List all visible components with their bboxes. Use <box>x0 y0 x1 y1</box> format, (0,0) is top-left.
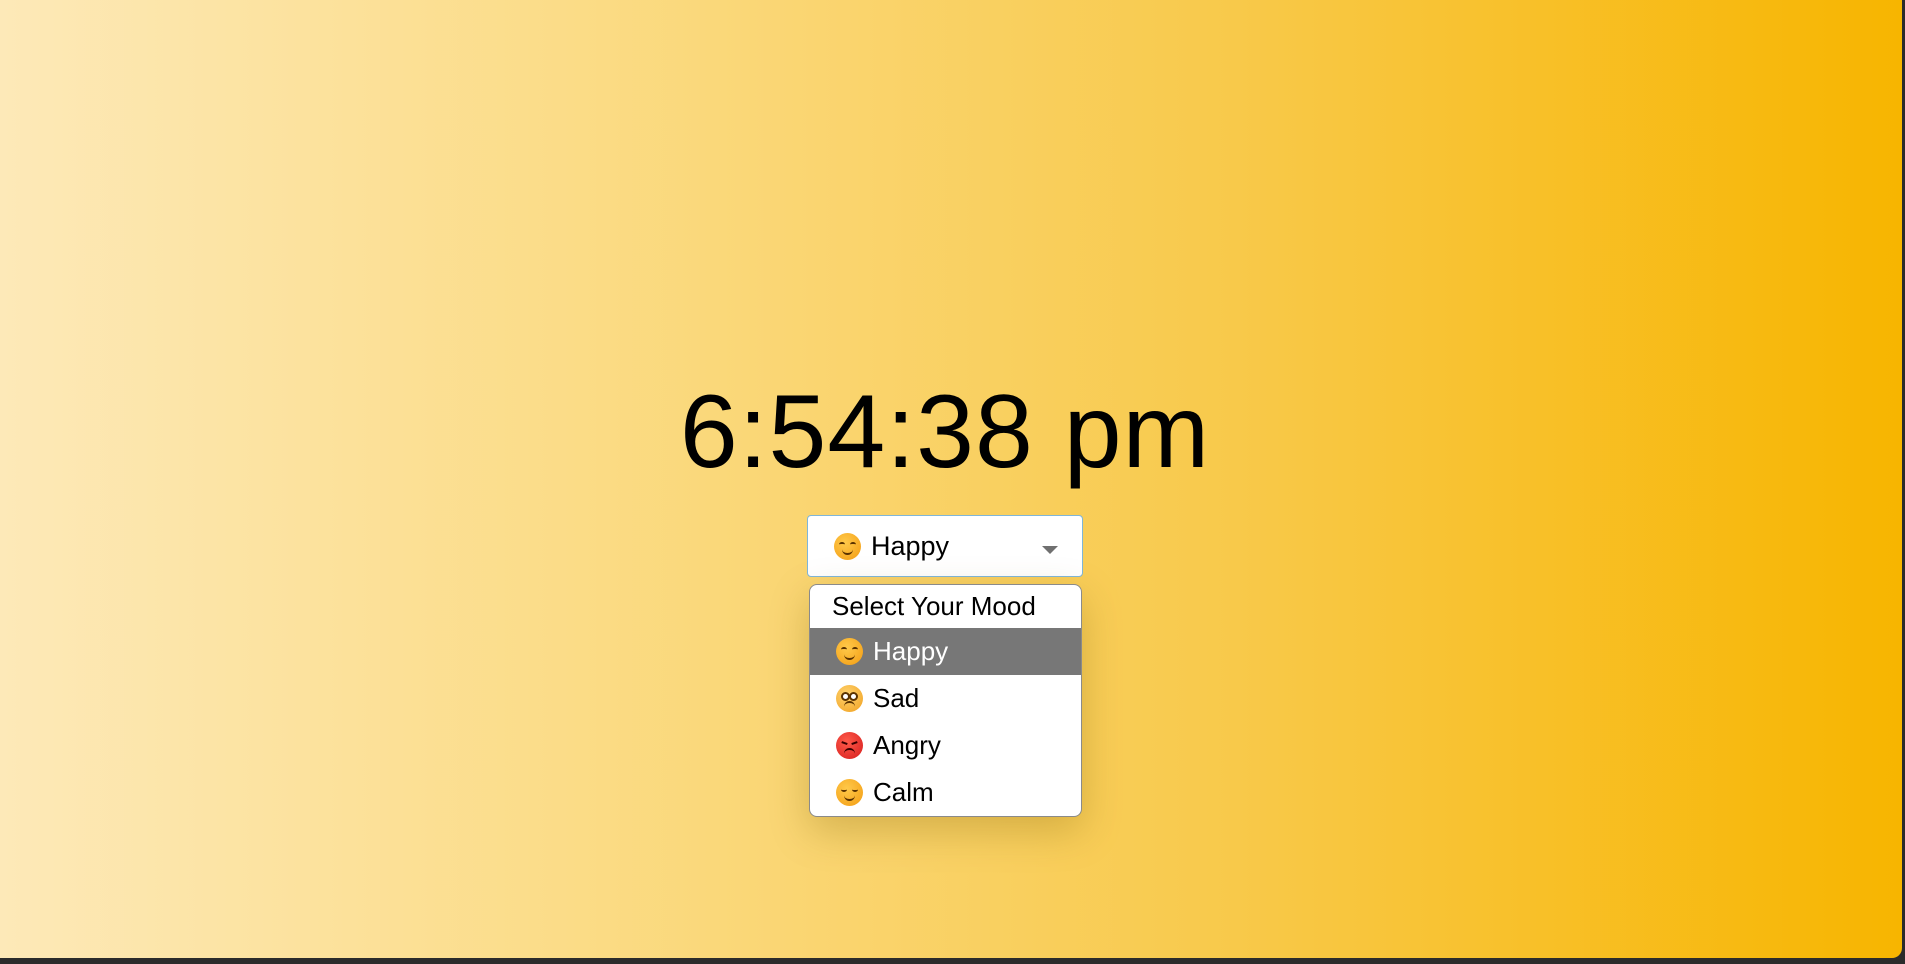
mood-option-label: Select Your Mood <box>832 591 1036 621</box>
page-background: 6:54:38 pm Happy Select Your Mood Happy … <box>0 0 1902 958</box>
mood-select-value: Happy <box>871 530 950 561</box>
chevron-down-icon <box>1042 546 1058 554</box>
relieved-face-icon <box>836 779 863 806</box>
mood-dropdown-list: Select Your Mood Happy Sad Angry Calm <box>809 584 1082 817</box>
mood-option-placeholder[interactable]: Select Your Mood <box>810 585 1081 628</box>
clock-display: 6:54:38 pm <box>679 374 1211 490</box>
mood-select[interactable]: Happy <box>807 515 1083 577</box>
mood-option-label: Happy <box>873 636 949 666</box>
crying-face-icon <box>836 685 863 712</box>
smiling-face-icon <box>836 638 863 665</box>
mood-option-calm[interactable]: Calm <box>810 769 1081 816</box>
mood-option-angry[interactable]: Angry <box>810 722 1081 769</box>
mood-option-sad[interactable]: Sad <box>810 675 1081 722</box>
smiling-face-icon <box>834 532 861 560</box>
mood-option-label: Sad <box>873 683 920 713</box>
mood-option-label: Calm <box>873 777 934 807</box>
mood-option-label: Angry <box>873 730 941 760</box>
mood-option-happy[interactable]: Happy <box>810 628 1081 675</box>
angry-face-icon <box>836 732 863 759</box>
